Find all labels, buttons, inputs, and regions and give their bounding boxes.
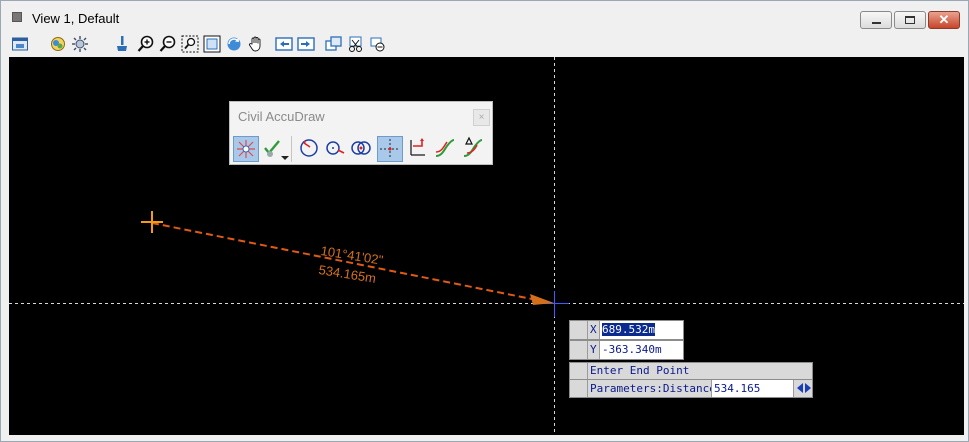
window-icon [12, 12, 22, 22]
update-view-icon[interactable] [113, 35, 131, 53]
view-attributes-icon[interactable] [11, 35, 29, 53]
view-toolbar [1, 33, 968, 85]
pan-view-icon[interactable] [247, 35, 265, 53]
close-button[interactable]: ✕ [928, 11, 960, 29]
left-right-arrows-icon [797, 383, 811, 393]
prompt-message: Enter End Point [590, 364, 690, 377]
next-view-icon[interactable] [297, 35, 315, 53]
param-value-input[interactable]: 534.165 [712, 380, 794, 397]
circle-intersect-icon[interactable] [349, 136, 375, 162]
y-grip [570, 341, 588, 359]
prompt-message-row: Enter End Point [569, 362, 813, 380]
clip-volume-icon[interactable] [347, 35, 365, 53]
accudraw-settings-dropdown[interactable] [281, 156, 289, 160]
offset-point-icon[interactable] [405, 136, 431, 162]
rotate-view-icon[interactable] [225, 35, 243, 53]
title-bar[interactable]: View 1, Default ✕ [1, 1, 968, 33]
accudraw-title: Civil AccuDraw [238, 109, 325, 124]
view-canvas[interactable]: 101°41'02" 534.165m Civil AccuDraw × X 6… [9, 57, 964, 435]
x-label: X [588, 321, 600, 339]
x-value-text: 689.532m [602, 323, 655, 336]
delta-alignment-icon[interactable] [461, 136, 487, 162]
zoom-in-icon[interactable] [137, 35, 155, 53]
close-icon: ✕ [938, 12, 950, 27]
accudraw-toggle-button[interactable] [233, 136, 259, 162]
minimize-icon [872, 22, 881, 24]
accudraw-panel[interactable]: Civil AccuDraw × [229, 101, 493, 165]
x-coordinate-field[interactable]: X 689.532m [569, 320, 684, 340]
y-label: Y [588, 341, 600, 359]
previous-view-icon[interactable] [275, 35, 293, 53]
camera-icon[interactable] [369, 35, 387, 53]
zoom-out-icon[interactable] [159, 35, 177, 53]
view-window: View 1, Default ✕ 101°41'02" 534.165m Ci… [0, 0, 969, 442]
accudraw-separator [291, 136, 292, 162]
y-coordinate-field[interactable]: Y -363.340m [569, 340, 684, 360]
x-value-input[interactable]: 689.532m [600, 321, 683, 339]
minimize-button[interactable] [860, 11, 892, 29]
display-style-icon[interactable] [49, 35, 67, 53]
maximize-icon [905, 16, 915, 24]
copy-view-icon[interactable] [325, 35, 343, 53]
window-title: View 1, Default [32, 11, 120, 26]
alignment-point-icon[interactable] [433, 136, 459, 162]
perpendicular-point-icon[interactable] [377, 136, 403, 162]
maximize-button[interactable] [894, 11, 926, 29]
circle-point-icon[interactable] [297, 136, 323, 162]
param-grip [570, 380, 588, 397]
fit-view-icon[interactable] [203, 35, 221, 53]
param-cycle-button[interactable] [794, 380, 812, 397]
y-value-input[interactable]: -363.340m [600, 341, 683, 359]
param-label: Parameters:Distance [590, 380, 712, 397]
lighting-icon[interactable] [71, 35, 89, 53]
x-grip [570, 321, 588, 339]
circle-tangent-icon[interactable] [323, 136, 349, 162]
prompt-grip [570, 363, 588, 379]
prompt-parameter-row[interactable]: Parameters:Distance 534.165 [569, 379, 813, 398]
accudraw-close-button[interactable]: × [473, 109, 490, 126]
window-area-icon[interactable] [181, 35, 199, 53]
